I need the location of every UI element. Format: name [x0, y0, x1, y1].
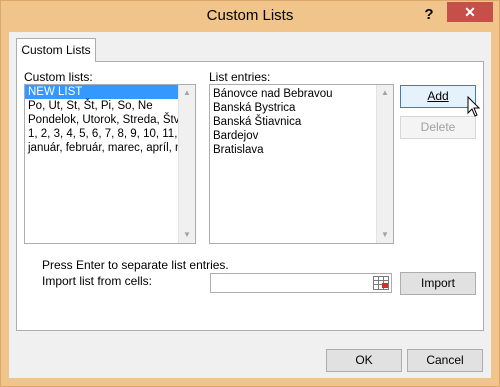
- list-entry-line: Banská Štiavnica: [213, 116, 302, 128]
- scroll-up-icon[interactable]: ▲: [377, 85, 393, 101]
- tab-custom-lists[interactable]: Custom Lists: [16, 38, 96, 62]
- custom-lists-items: NEW LIST Po, Ut, St, Št, Pi, So, Ne Pondel…: [25, 85, 195, 155]
- list-entries-textbox[interactable]: Bánovce nad Bebravou Banská Bystrica Bansk…: [209, 84, 394, 244]
- range-selector-icon[interactable]: [373, 276, 389, 290]
- custom-lists-label: Custom lists:: [24, 70, 93, 84]
- scroll-up-icon[interactable]: ▲: [179, 85, 195, 101]
- custom-list-item[interactable]: 1, 2, 3, 4, 5, 6, 7, 8, 9, 10, 11,: [25, 127, 195, 141]
- import-button[interactable]: Import: [400, 272, 476, 295]
- import-range-input[interactable]: [210, 273, 392, 293]
- mouse-pointer-icon: [467, 96, 481, 117]
- close-icon: ✕: [464, 4, 476, 20]
- custom-list-item[interactable]: január, február, marec, apríl, máj: [25, 141, 195, 155]
- delete-button-label: Delete: [420, 120, 456, 134]
- title-bar[interactable]: Custom Lists ? ✕: [1, 1, 499, 31]
- list-entries-label: List entries:: [209, 70, 271, 84]
- cancel-button-label: Cancel: [426, 353, 464, 367]
- custom-lists-listbox[interactable]: NEW LIST Po, Ut, St, Št, Pi, So, Ne Pondel…: [24, 84, 196, 244]
- list-entry-line: Bratislava: [213, 144, 264, 156]
- custom-lists-scrollbar[interactable]: ▲ ▼: [178, 85, 195, 243]
- add-button[interactable]: Add: [400, 85, 476, 108]
- delete-button[interactable]: Delete: [400, 116, 476, 139]
- scroll-down-icon[interactable]: ▼: [377, 227, 393, 243]
- import-label: Import list from cells:: [42, 274, 153, 288]
- list-entry-line: Bardejov: [213, 130, 259, 142]
- custom-list-item[interactable]: Pondelok, Utorok, Streda, Štvrtok: [25, 113, 195, 127]
- ok-button[interactable]: OK: [326, 349, 402, 372]
- tab-panel: Custom lists: NEW LIST Po, Ut, St, Št, Pi…: [16, 61, 484, 331]
- scroll-down-icon[interactable]: ▼: [179, 227, 195, 243]
- help-button[interactable]: ?: [417, 5, 441, 25]
- custom-lists-dialog: Custom Lists ? ✕ Custom Lists Custom lis…: [0, 0, 500, 387]
- list-entries-scrollbar[interactable]: ▲ ▼: [376, 85, 393, 243]
- close-button[interactable]: ✕: [447, 2, 493, 22]
- cancel-button[interactable]: Cancel: [407, 349, 483, 372]
- add-button-label: Add: [427, 89, 449, 103]
- list-entry-line: Bánovce nad Bebravou: [213, 88, 333, 100]
- custom-list-item[interactable]: NEW LIST: [25, 85, 195, 99]
- list-entries-items: Bánovce nad Bebravou Banská Bystrica Bansk…: [210, 85, 393, 157]
- import-button-label: Import: [420, 276, 455, 290]
- ok-button-label: OK: [355, 353, 373, 367]
- separator-hint: Press Enter to separate list entries.: [42, 258, 229, 272]
- dialog-body: Custom Lists Custom lists: NEW LIST Po, U…: [9, 32, 491, 378]
- list-entry-line: Banská Bystrica: [213, 102, 296, 114]
- custom-list-item[interactable]: Po, Ut, St, Št, Pi, So, Ne: [25, 99, 195, 113]
